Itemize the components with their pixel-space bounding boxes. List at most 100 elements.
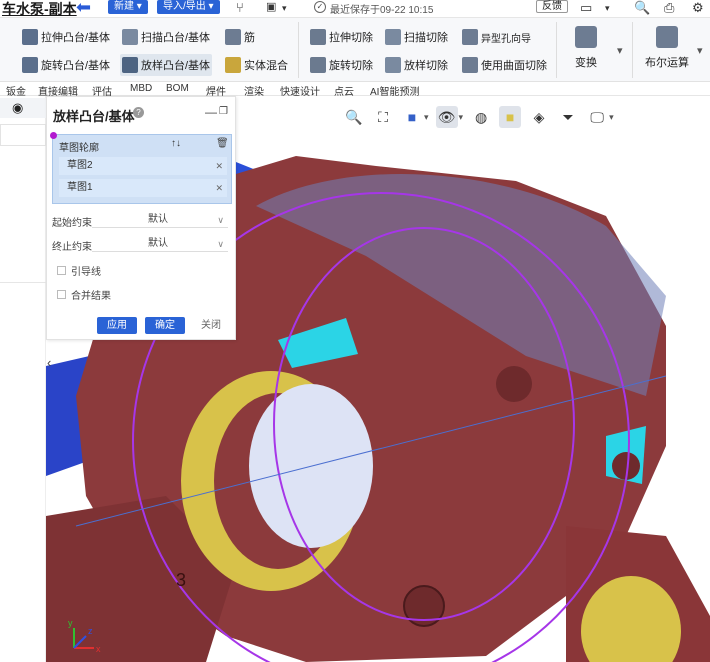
loft-boss-icon bbox=[122, 57, 138, 73]
apply-button[interactable]: 应用 bbox=[97, 317, 137, 334]
merge-result-label: 合并结果 bbox=[71, 291, 111, 302]
feedback-button[interactable]: 反馈 bbox=[536, 0, 568, 13]
display-dropdown-chevron-icon[interactable]: ▾ bbox=[605, 3, 610, 14]
save-dropdown-chevron-icon[interactable]: ▾ bbox=[282, 3, 287, 14]
monitor-chevron-icon[interactable]: ▾ bbox=[609, 112, 614, 123]
checkbox-box[interactable] bbox=[57, 266, 66, 275]
revolve-cut-button[interactable]: 旋转切除 bbox=[310, 54, 373, 76]
display-style-icon[interactable]: ■ bbox=[499, 106, 522, 128]
loft-boss-panel: 放样凸台/基体 ? — ❐ 草图轮廓 ↑↓ 🗑 草图2 ✕ 草图1 ✕ 起始约束… bbox=[46, 96, 236, 340]
rib-button[interactable]: 筋 bbox=[225, 26, 255, 48]
boolean-dropdown-chevron-icon[interactable]: ▾ bbox=[697, 44, 703, 57]
chevron-down-icon: ∨ bbox=[217, 215, 224, 225]
search-icon[interactable]: 🔍 bbox=[634, 0, 650, 16]
close-button[interactable]: 关闭 bbox=[193, 317, 229, 334]
delete-icon[interactable]: 🗑 bbox=[216, 138, 229, 149]
sidebar-header: ◉ bbox=[0, 98, 46, 118]
minimize-icon[interactable]: — bbox=[205, 105, 217, 119]
surface-cut-button[interactable]: 使用曲面切除 bbox=[462, 54, 547, 76]
hole-wizard-button[interactable]: 异型孔向导 bbox=[462, 26, 531, 48]
transform-label: 变换 bbox=[575, 57, 597, 69]
guide-line-checkbox[interactable]: 引导线 bbox=[57, 263, 101, 278]
revolve-boss-label: 旋转凸台/基体 bbox=[41, 60, 111, 72]
transform-dropdown-chevron-icon[interactable]: ▾ bbox=[617, 44, 623, 57]
collapse-panel-chevron-icon[interactable]: ‹ bbox=[47, 355, 51, 370]
sweep-cut-button[interactable]: 扫描切除 bbox=[385, 26, 448, 48]
view-orientation-chevron-icon[interactable]: ▾ bbox=[424, 112, 429, 123]
list-item[interactable]: 草图2 ✕ bbox=[59, 157, 227, 175]
top-bar: 车水泵-副本 ⬅ 新建 ▾ 导入/导出 ▾ ⑂ ▣ ▾ ✓ 最近保存于09-22… bbox=[0, 0, 710, 18]
sidebar-divider bbox=[0, 282, 46, 283]
extrude-boss-label: 拉伸凸台/基体 bbox=[41, 32, 111, 44]
section-view-icon[interactable]: ◍ bbox=[470, 106, 492, 128]
remove-icon[interactable]: ✕ bbox=[215, 179, 223, 197]
visibility-eye-icon[interactable]: 👁 bbox=[435, 106, 458, 128]
checkbox-box[interactable] bbox=[57, 290, 66, 299]
remove-icon[interactable]: ✕ bbox=[215, 157, 223, 175]
boolean-button[interactable]: 布尔运算 bbox=[645, 26, 689, 70]
ribbon-separator bbox=[298, 22, 299, 78]
sweep-boss-button[interactable]: 扫描凸台/基体 bbox=[122, 26, 210, 48]
model-tree-icon[interactable]: ◉ bbox=[12, 100, 23, 116]
sketch-item-label: 草图2 bbox=[67, 160, 93, 171]
sidebar-search[interactable] bbox=[0, 124, 46, 146]
save-status-text: 最近保存于09-22 10:15 bbox=[330, 5, 434, 16]
end-constraint-field: 终止约束 默认 ∨ bbox=[52, 236, 232, 253]
visibility-chevron-icon[interactable]: ▾ bbox=[459, 112, 464, 123]
back-arrow-icon[interactable]: ⬅ bbox=[76, 0, 91, 18]
filter-icon[interactable]: ⏷ bbox=[557, 106, 579, 128]
solid-blend-label: 实体混合 bbox=[244, 60, 288, 72]
guide-line-label: 引导线 bbox=[71, 267, 101, 278]
display-icon[interactable]: ▭ bbox=[580, 0, 592, 16]
print-icon[interactable]: ⎙ bbox=[664, 0, 674, 16]
save-icon[interactable]: ▣ bbox=[266, 0, 276, 13]
zoom-icon[interactable]: 🔍 bbox=[343, 106, 365, 128]
transform-icon bbox=[575, 26, 597, 48]
start-constraint-value: 默认 bbox=[148, 214, 168, 225]
ok-button[interactable]: 确定 bbox=[145, 317, 185, 334]
merge-result-checkbox[interactable]: 合并结果 bbox=[57, 287, 111, 302]
loft-cut-label: 放样切除 bbox=[404, 60, 448, 72]
sort-icon[interactable]: ↑↓ bbox=[171, 138, 181, 149]
save-status-icon: ✓ bbox=[314, 1, 326, 13]
settings-icon[interactable]: ⚙ bbox=[692, 0, 704, 16]
loft-cut-button[interactable]: 放样切除 bbox=[385, 54, 448, 76]
transform-button[interactable]: 变换 bbox=[575, 26, 597, 70]
solid-blend-button[interactable]: 实体混合 bbox=[225, 54, 288, 76]
help-icon[interactable]: ? bbox=[133, 107, 144, 118]
start-constraint-select[interactable]: 默认 ∨ bbox=[92, 212, 228, 228]
start-constraint-field: 起始约束 默认 ∨ bbox=[52, 212, 232, 229]
boolean-label: 布尔运算 bbox=[645, 57, 689, 69]
monitor-icon[interactable]: 🖵 bbox=[586, 106, 608, 128]
model-engraved-text: 3 bbox=[176, 570, 186, 590]
profile-list[interactable]: 草图轮廓 ↑↓ 🗑 草图2 ✕ 草图1 ✕ bbox=[50, 132, 232, 204]
axis-x-label: x bbox=[96, 644, 101, 654]
appearance-icon[interactable]: ◈ bbox=[528, 106, 550, 128]
revolve-boss-button[interactable]: 旋转凸台/基体 bbox=[22, 54, 110, 76]
new-button[interactable]: 新建 ▾ bbox=[108, 0, 148, 14]
branch-icon[interactable]: ⑂ bbox=[236, 0, 244, 15]
extrude-cut-icon bbox=[310, 29, 326, 45]
import-export-button[interactable]: 导入/导出 ▾ bbox=[157, 0, 220, 14]
sweep-cut-icon bbox=[385, 29, 401, 45]
extrude-boss-button[interactable]: 拉伸凸台/基体 bbox=[22, 26, 110, 48]
loft-boss-button[interactable]: 放样凸台/基体 bbox=[120, 54, 213, 76]
list-item[interactable]: 草图1 ✕ bbox=[59, 179, 227, 197]
boolean-icon bbox=[656, 26, 678, 48]
end-constraint-select[interactable]: 默认 ∨ bbox=[92, 236, 228, 252]
revolve-cut-label: 旋转切除 bbox=[329, 60, 373, 72]
feature-tabs: 钣金 直接编辑 评估 MBD BOM 焊件 渲染 快速设计 点云 AI智能预测 bbox=[0, 82, 710, 98]
restore-icon[interactable]: ❐ bbox=[219, 106, 228, 117]
extrude-cut-button[interactable]: 拉伸切除 bbox=[310, 26, 373, 48]
revolve-cut-icon bbox=[310, 57, 326, 73]
sweep-cut-label: 扫描切除 bbox=[404, 32, 448, 44]
view-orientation-icon[interactable]: ■ bbox=[401, 106, 423, 128]
document-title[interactable]: 车水泵-副本 bbox=[2, 0, 77, 19]
tab-bom[interactable]: BOM bbox=[166, 83, 189, 94]
sweep-boss-icon bbox=[122, 29, 138, 45]
profile-label: 草图轮廓 bbox=[59, 143, 99, 154]
tab-mbd[interactable]: MBD bbox=[130, 83, 152, 94]
rib-icon bbox=[225, 29, 241, 45]
ribbon-separator bbox=[632, 22, 633, 78]
zoom-fit-icon[interactable]: ⛶ bbox=[372, 106, 394, 128]
